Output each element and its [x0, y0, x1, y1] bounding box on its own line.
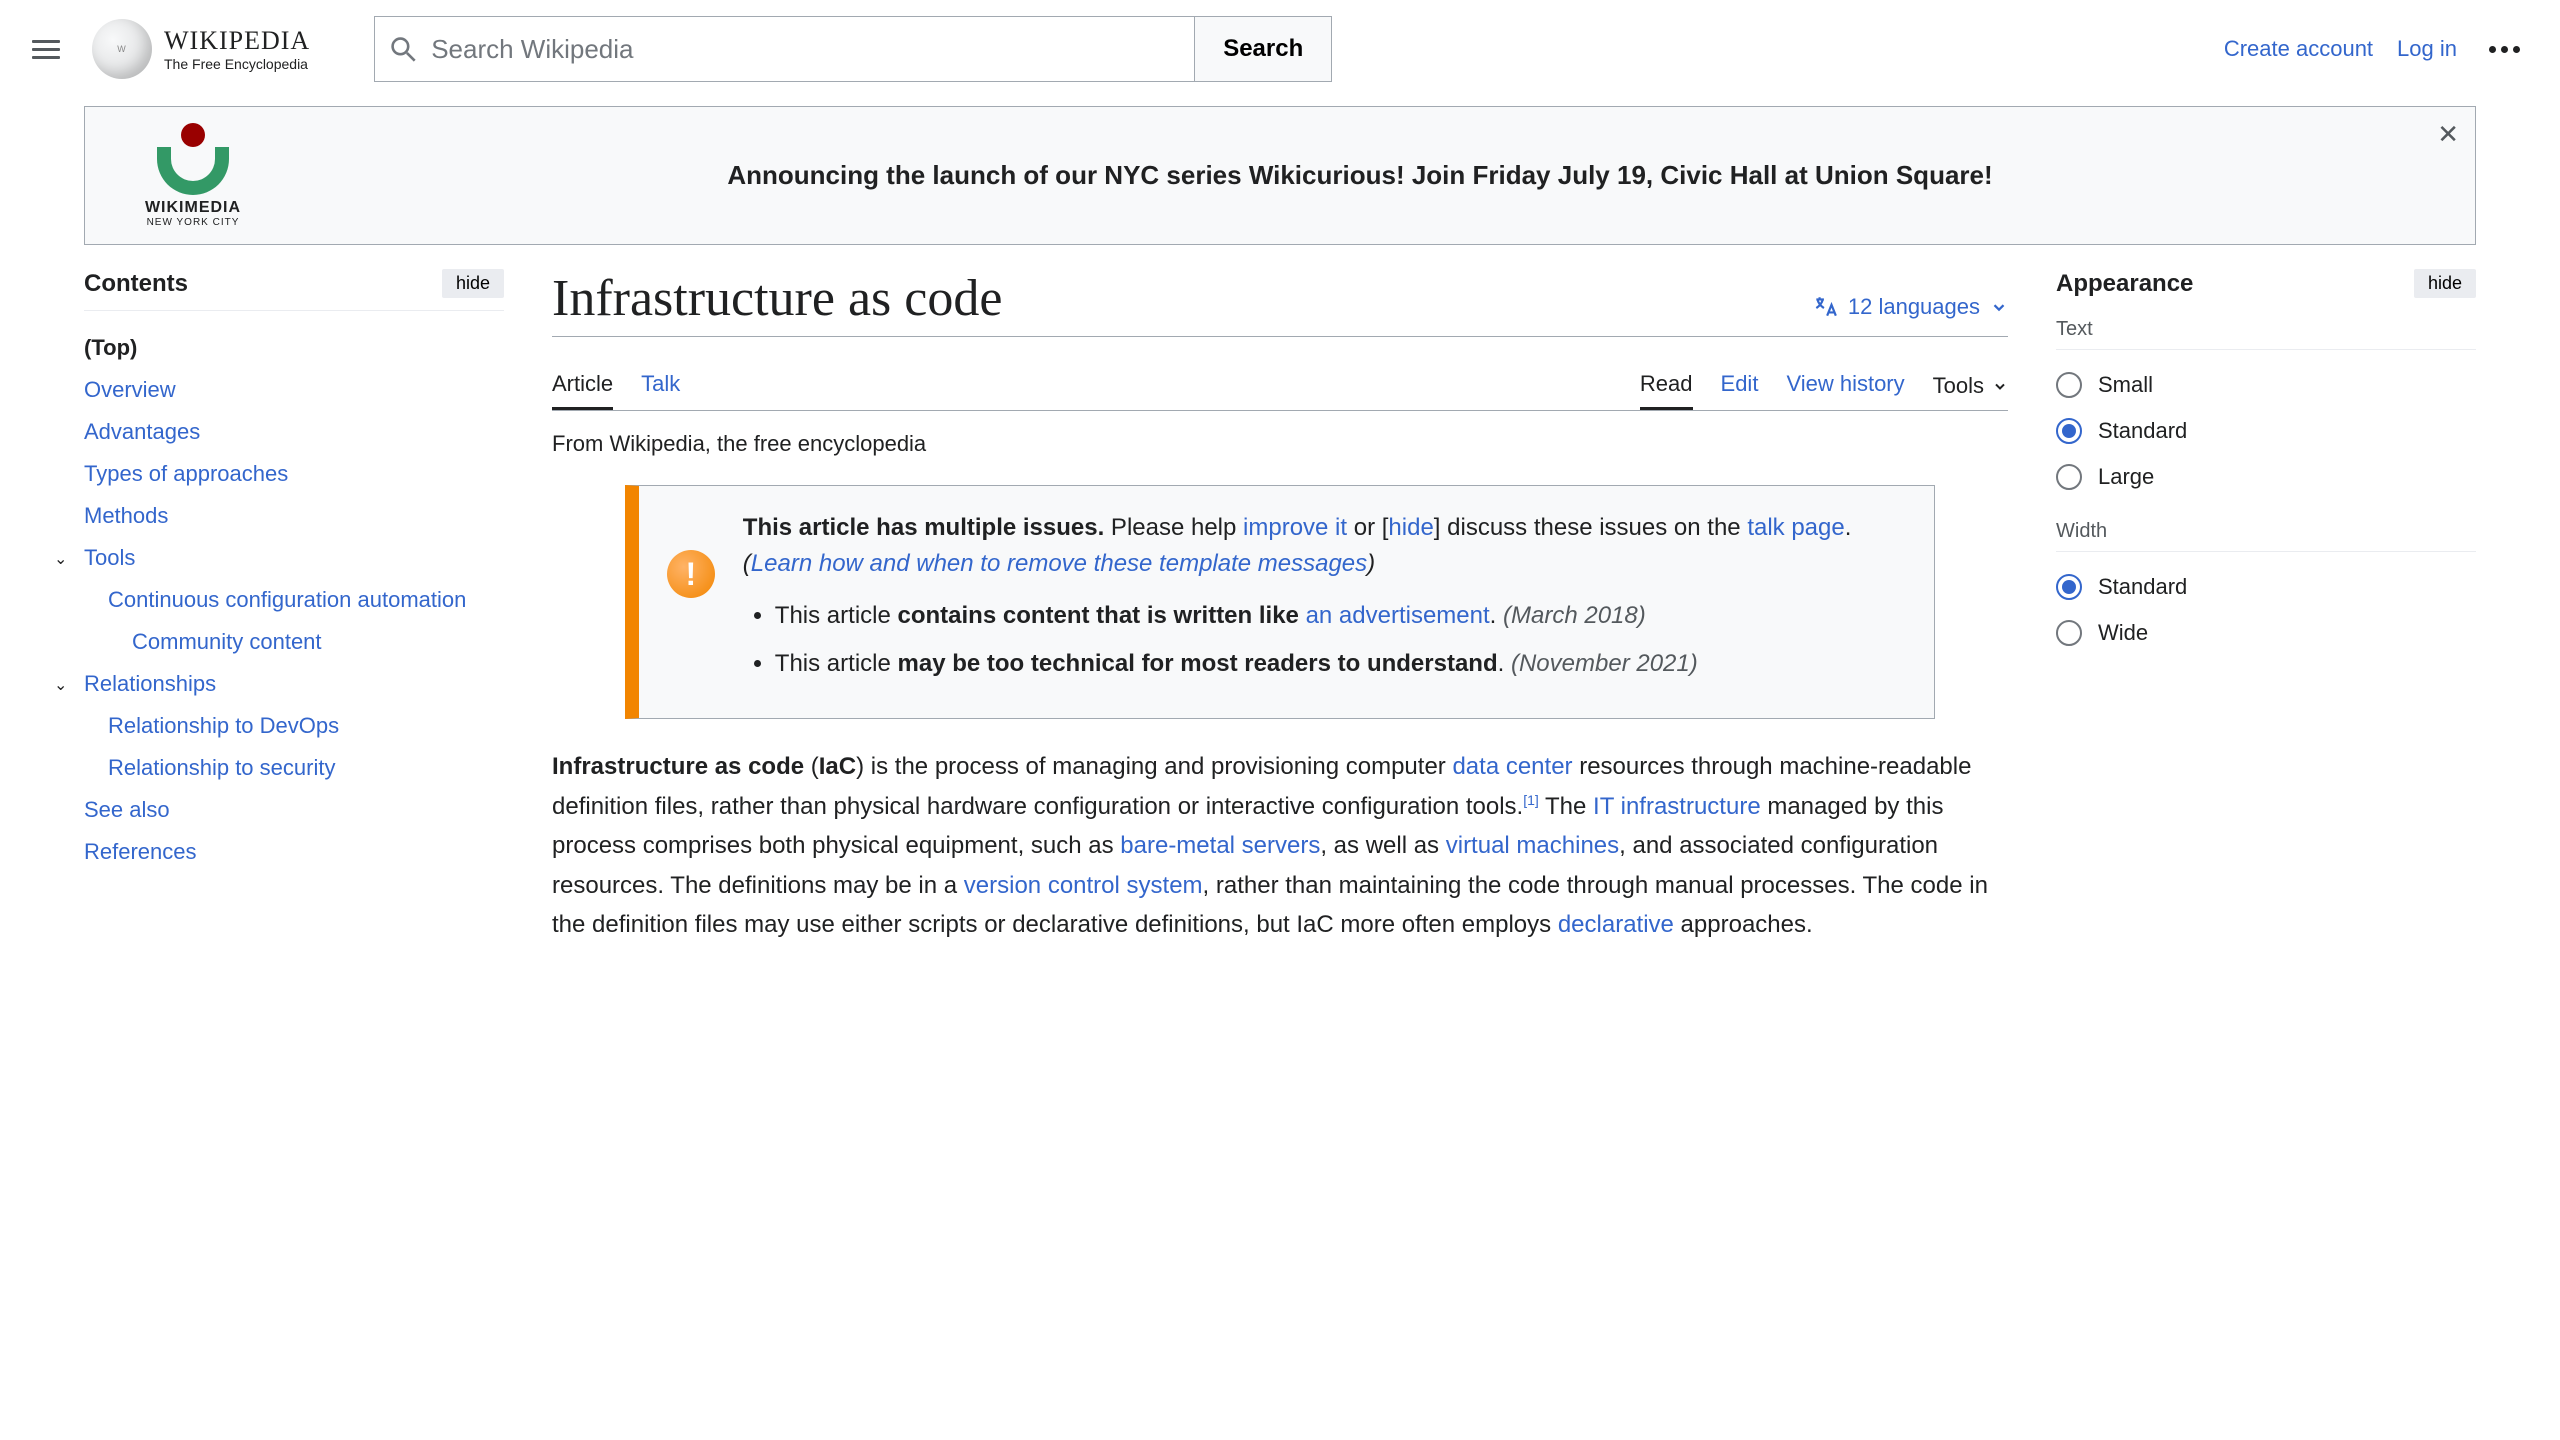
site-name: WIKIPEDIA	[164, 26, 310, 56]
width-option[interactable]: Standard	[2056, 564, 2476, 610]
text-size-label: Text	[2056, 318, 2476, 350]
site-logo[interactable]: W WIKIPEDIA The Free Encyclopedia	[92, 19, 310, 79]
toc-link[interactable]: Community content	[132, 629, 322, 654]
chevron-down-icon[interactable]: ⌄	[54, 549, 67, 569]
toc-item[interactable]: Types of approaches	[84, 453, 504, 495]
toc-link[interactable]: Relationships	[84, 671, 216, 696]
chevron-down-icon[interactable]: ⌄	[54, 675, 67, 695]
learn-remove-templates-link[interactable]: Learn how and when to remove these templ…	[751, 550, 1367, 577]
link-data-center[interactable]: data center	[1452, 753, 1572, 780]
radio-icon	[2056, 418, 2082, 444]
chevron-down-icon	[1990, 298, 2008, 316]
appearance-panel: Appearance hide Text SmallStandardLarge …	[2056, 269, 2476, 945]
text-size-option[interactable]: Large	[2056, 454, 2476, 500]
link-bare-metal[interactable]: bare-metal servers	[1120, 832, 1320, 859]
text-size-option[interactable]: Standard	[2056, 408, 2476, 454]
advertisement-link[interactable]: an advertisement	[1306, 602, 1490, 629]
toc-hide-button[interactable]: hide	[442, 269, 504, 298]
login-link[interactable]: Log in	[2397, 36, 2457, 62]
search-icon	[390, 36, 416, 62]
toc-item[interactable]: Advantages	[84, 411, 504, 453]
announcement-banner: WIKIMEDIA NEW YORK CITY Announcing the l…	[84, 106, 2476, 245]
talk-page-link[interactable]: talk page	[1747, 514, 1844, 541]
close-icon[interactable]: ✕	[2437, 119, 2459, 150]
toc-item[interactable]: ⌄Tools	[84, 537, 504, 579]
hide-issues-link[interactable]: hide	[1388, 514, 1433, 541]
main-menu-button[interactable]	[32, 31, 68, 67]
language-selector[interactable]: 12 languages	[1812, 294, 2008, 328]
language-icon	[1812, 294, 1838, 320]
ref-1[interactable]: [1]	[1523, 792, 1539, 808]
toc-link[interactable]: Types of approaches	[84, 461, 288, 486]
issue-advertisement: This article contains content that is wr…	[775, 598, 1906, 634]
toc-link[interactable]: Relationship to DevOps	[108, 713, 339, 738]
toc-link[interactable]: Continuous configuration automation	[108, 587, 466, 612]
link-it-infrastructure[interactable]: IT infrastructure	[1593, 793, 1761, 820]
site-header: W WIKIPEDIA The Free Encyclopedia Search…	[0, 0, 2560, 98]
chevron-down-icon	[1992, 378, 2008, 394]
link-vcs[interactable]: version control system	[964, 872, 1203, 899]
toc-item[interactable]: ⌄Relationships	[84, 663, 504, 705]
tab-talk[interactable]: Talk	[641, 361, 680, 410]
toc-item[interactable]: See also	[84, 789, 504, 831]
link-virtual-machines[interactable]: virtual machines	[1446, 832, 1619, 859]
radio-icon	[2056, 372, 2082, 398]
appearance-hide-button[interactable]: hide	[2414, 269, 2476, 298]
search-input[interactable]	[374, 16, 1194, 82]
toc-link[interactable]: References	[84, 839, 197, 864]
improve-it-link[interactable]: improve it	[1243, 514, 1347, 541]
toc-item[interactable]: Relationship to DevOps	[84, 705, 504, 747]
toc-link[interactable]: Tools	[84, 545, 135, 570]
toc-link[interactable]: Advantages	[84, 419, 200, 444]
toc-link[interactable]: See also	[84, 797, 170, 822]
tab-read[interactable]: Read	[1640, 361, 1693, 410]
tab-edit[interactable]: Edit	[1721, 361, 1759, 410]
wikimedia-nyc-logo: WIKIMEDIA NEW YORK CITY	[113, 123, 273, 228]
toc-item[interactable]: Relationship to security	[84, 747, 504, 789]
issue-too-technical: This article may be too technical for mo…	[775, 646, 1906, 682]
table-of-contents: Contents hide (Top) Overview Advantages Typ…	[84, 269, 504, 945]
toc-item[interactable]: Community content	[84, 621, 504, 663]
search-form: Search	[374, 16, 1332, 82]
lead-paragraph: Infrastructure as code (IaC) is the proc…	[552, 747, 2008, 945]
link-declarative[interactable]: declarative	[1558, 911, 1674, 938]
create-account-link[interactable]: Create account	[2224, 36, 2373, 62]
radio-icon	[2056, 620, 2082, 646]
tab-history[interactable]: View history	[1786, 361, 1904, 410]
page-subtitle: From Wikipedia, the free encyclopedia	[552, 431, 2008, 457]
toc-item[interactable]: Methods	[84, 495, 504, 537]
width-label: Width	[2056, 520, 2476, 552]
appearance-title: Appearance	[2056, 270, 2193, 298]
radio-icon	[2056, 464, 2082, 490]
toc-item[interactable]: References	[84, 831, 504, 873]
toc-item[interactable]: Continuous configuration automation	[84, 579, 504, 621]
radio-icon	[2056, 574, 2082, 600]
toc-link[interactable]: Methods	[84, 503, 168, 528]
toc-title: Contents	[84, 270, 188, 298]
wikipedia-globe-icon: W	[92, 19, 152, 79]
search-button[interactable]: Search	[1194, 16, 1332, 82]
tab-article[interactable]: Article	[552, 361, 613, 410]
toc-link[interactable]: Relationship to security	[108, 755, 335, 780]
toc-link[interactable]: Overview	[84, 377, 176, 402]
page-title: Infrastructure as code	[552, 269, 1002, 328]
banner-message[interactable]: Announcing the launch of our NYC series …	[273, 136, 2447, 215]
page-tabs: Article Talk Read Edit View history Tool…	[552, 361, 2008, 411]
toc-item[interactable]: Overview	[84, 369, 504, 411]
site-tagline: The Free Encyclopedia	[164, 56, 310, 72]
more-options-button[interactable]	[2481, 38, 2528, 61]
article-body: Infrastructure as code 12 languages Arti…	[552, 269, 2008, 945]
text-size-option[interactable]: Small	[2056, 362, 2476, 408]
toc-item[interactable]: (Top)	[84, 327, 504, 369]
tools-menu[interactable]: Tools	[1933, 361, 2008, 410]
multiple-issues-box: ! This article has multiple issues. Plea…	[625, 485, 1935, 719]
warning-icon: !	[667, 550, 715, 598]
width-option[interactable]: Wide	[2056, 610, 2476, 656]
